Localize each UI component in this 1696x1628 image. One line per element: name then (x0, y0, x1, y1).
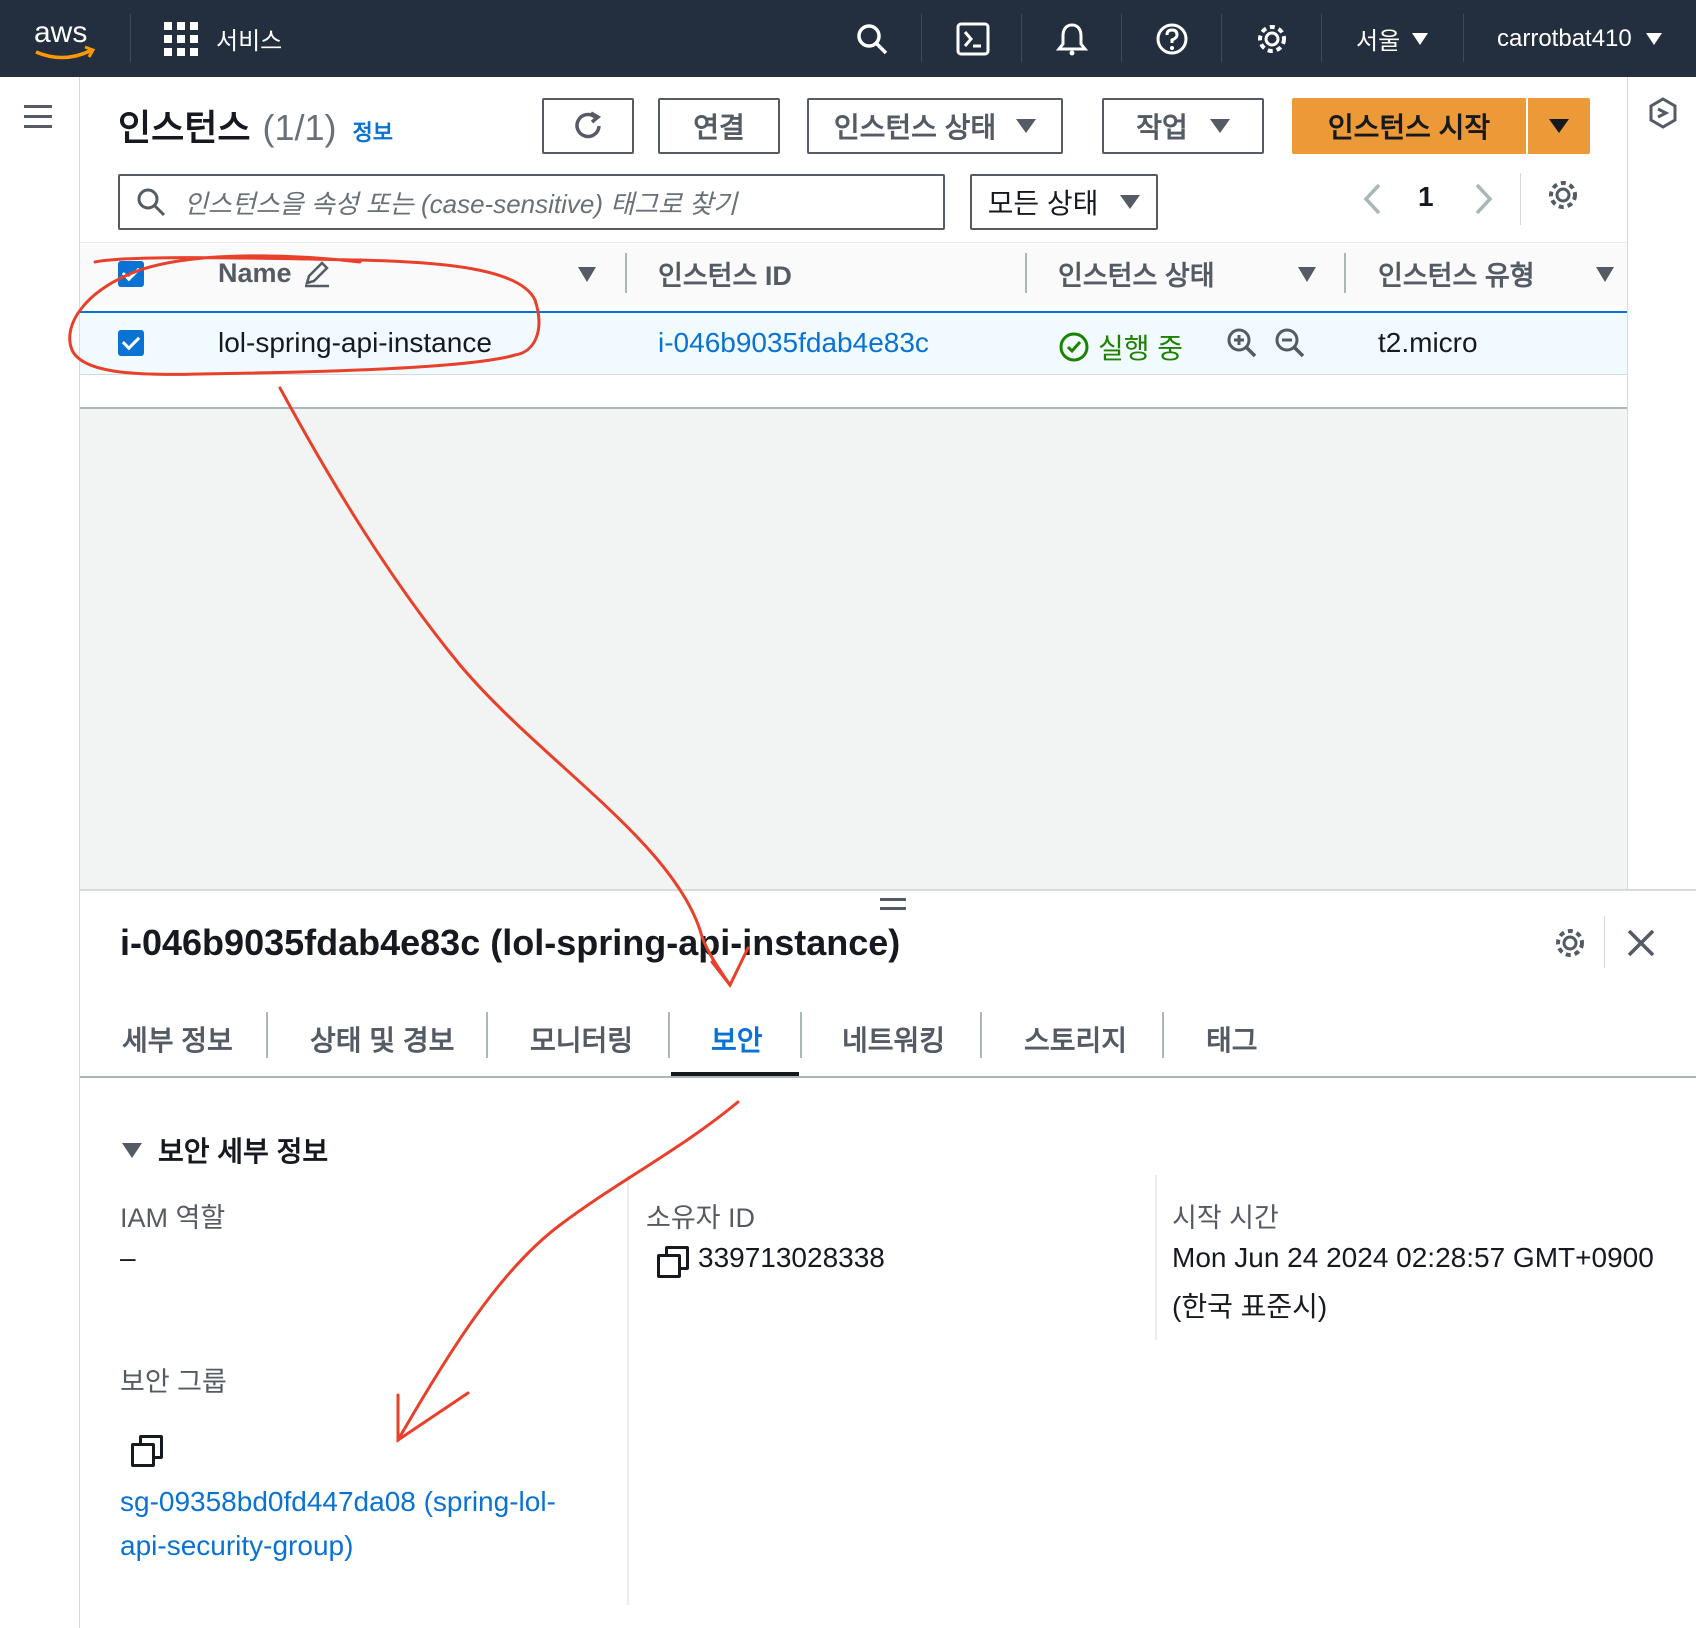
svg-text:aws: aws (34, 16, 87, 49)
close-icon[interactable] (1626, 928, 1656, 963)
account-menu[interactable]: carrotbat410 (1497, 0, 1662, 77)
right-rail (1627, 77, 1696, 889)
launch-time-label: 시작 시간 (1172, 1203, 1279, 1233)
instance-state-button[interactable]: 인스턴스 상태 (807, 98, 1063, 154)
pencil-edit-icon (304, 261, 329, 288)
detail-title: i-046b9035fdab4e83c (lol-spring-api-inst… (120, 922, 901, 963)
owner-id-value: 339713028338 (698, 1242, 885, 1273)
instance-type-cell: t2.micro (1378, 327, 1478, 358)
launch-time-value: Mon Jun 24 2024 02:28:57 GMT+0900 (1172, 1242, 1654, 1273)
instance-id-link[interactable]: i-046b9035fdab4e83c (658, 327, 929, 359)
top-navigation: aws 서비스 서울 carrotbat410 (0, 0, 1696, 77)
account-label: carrotbat410 (1497, 24, 1632, 52)
copy-icon[interactable] (131, 1435, 163, 1467)
aws-logo[interactable]: aws (30, 0, 100, 77)
tab-status-alarms[interactable]: 상태 및 경보 (310, 1012, 454, 1066)
caret-down-icon (1645, 32, 1662, 45)
table-settings-gear-icon[interactable] (1546, 178, 1580, 217)
connect-button[interactable]: 연결 (658, 98, 780, 154)
instance-count: (1/1) (262, 107, 337, 148)
tab-networking[interactable]: 네트워킹 (842, 1012, 945, 1066)
iam-role-label: IAM 역할 (120, 1203, 226, 1233)
services-menu[interactable]: 서비스 (164, 0, 282, 77)
region-selector[interactable]: 서울 (1356, 0, 1429, 77)
column-header-instance-type[interactable]: 인스턴스 유형 (1378, 242, 1535, 304)
region-label: 서울 (1356, 28, 1401, 55)
grid-icon (164, 21, 198, 56)
bell-icon[interactable] (1055, 0, 1089, 77)
caret-down-icon (1549, 119, 1569, 133)
sort-icon[interactable] (1596, 267, 1614, 282)
row-checkbox[interactable] (118, 330, 144, 356)
column-header-name[interactable]: Name (218, 242, 332, 304)
cloudshell-icon[interactable] (956, 0, 990, 77)
table-row[interactable]: lol-spring-api-instance i-046b9035fdab4e… (80, 311, 1627, 375)
left-rail (0, 77, 80, 1628)
caret-down-icon (1209, 119, 1230, 133)
state-filter-select[interactable]: 모든 상태 (970, 174, 1158, 230)
check-circle-icon (1059, 332, 1089, 362)
column-header-instance-state[interactable]: 인스턴스 상태 (1058, 242, 1215, 304)
tab-storage[interactable]: 스토리지 (1024, 1012, 1127, 1066)
select-all-checkbox[interactable] (118, 261, 144, 287)
instance-state-cell: 실행 중 (1058, 327, 1183, 367)
sort-icon[interactable] (578, 267, 596, 282)
search-icon (137, 188, 166, 217)
next-page-button[interactable] (1472, 181, 1496, 222)
caret-down-icon (1412, 32, 1429, 45)
gear-icon[interactable] (1255, 0, 1289, 77)
refresh-button[interactable] (542, 98, 634, 154)
state-filter-label: 모든 상태 (987, 188, 1099, 219)
launch-instances-button[interactable]: 인스턴스 시작 (1292, 98, 1526, 154)
security-group-link[interactable]: sg-09358bd0fd447da08 (spring-lol- api-se… (120, 1480, 556, 1568)
security-details-toggle[interactable]: 보안 세부 정보 (122, 1130, 328, 1170)
column-header-instance-id[interactable]: 인스턴스 ID (658, 242, 792, 304)
detail-settings-gear-icon[interactable] (1553, 926, 1587, 965)
zoom-out-icon[interactable] (1274, 327, 1306, 364)
tab-monitoring[interactable]: 모니터링 (530, 1012, 633, 1066)
feedback-icon[interactable] (1648, 97, 1678, 134)
caret-down-icon (1120, 195, 1141, 209)
caret-down-icon (122, 1142, 142, 1158)
instance-name-cell: lol-spring-api-instance (218, 327, 492, 358)
section-title: 보안 세부 정보 (158, 1136, 329, 1167)
zoom-in-icon[interactable] (1226, 327, 1258, 364)
sort-icon[interactable] (1298, 267, 1316, 282)
tab-details[interactable]: 세부 정보 (122, 1012, 233, 1066)
instance-state-label: 인스턴스 상태 (833, 112, 997, 143)
security-groups-label: 보안 그룹 (120, 1367, 227, 1397)
refresh-icon (575, 111, 602, 139)
help-icon[interactable] (1155, 0, 1189, 77)
running-status-text: 실행 중 (1098, 333, 1184, 364)
launch-time-zone: (한국 표준시) (1172, 1291, 1328, 1322)
instances-main: 인스턴스 (1/1) 정보 연결 인스턴스 상태 작업 인스턴스 시작 인스턴스… (80, 77, 1627, 889)
hamburger-menu-icon[interactable] (24, 105, 52, 129)
caret-down-icon (1016, 119, 1037, 133)
resize-handle[interactable] (880, 898, 906, 914)
search-placeholder: 인스턴스을 속성 또는 (case-sensitive) 태그로 찾기 (184, 188, 738, 219)
services-label: 서비스 (216, 28, 283, 55)
search-icon[interactable] (856, 0, 888, 77)
tab-security[interactable]: 보안 (711, 1012, 763, 1066)
connect-label: 연결 (693, 112, 745, 143)
tab-tags[interactable]: 태그 (1206, 1012, 1258, 1066)
search-field[interactable]: 인스턴스을 속성 또는 (case-sensitive) 태그로 찾기 (118, 174, 945, 230)
page-title: 인스턴스 (118, 107, 251, 148)
actions-label: 작업 (1136, 112, 1188, 143)
owner-id-label: 소유자 ID (646, 1203, 756, 1233)
iam-role-value: – (120, 1242, 136, 1273)
info-link[interactable]: 정보 (353, 115, 393, 147)
instances-table-card: 인스턴스 (1/1) 정보 연결 인스턴스 상태 작업 인스턴스 시작 인스턴스… (80, 77, 1627, 409)
copy-icon[interactable] (657, 1246, 689, 1278)
prev-page-button[interactable] (1360, 181, 1384, 222)
launch-dropdown-button[interactable] (1528, 98, 1590, 154)
page-number[interactable]: 1 (1418, 181, 1434, 213)
launch-label: 인스턴스 시작 (1327, 112, 1491, 143)
actions-button[interactable]: 작업 (1102, 98, 1264, 154)
